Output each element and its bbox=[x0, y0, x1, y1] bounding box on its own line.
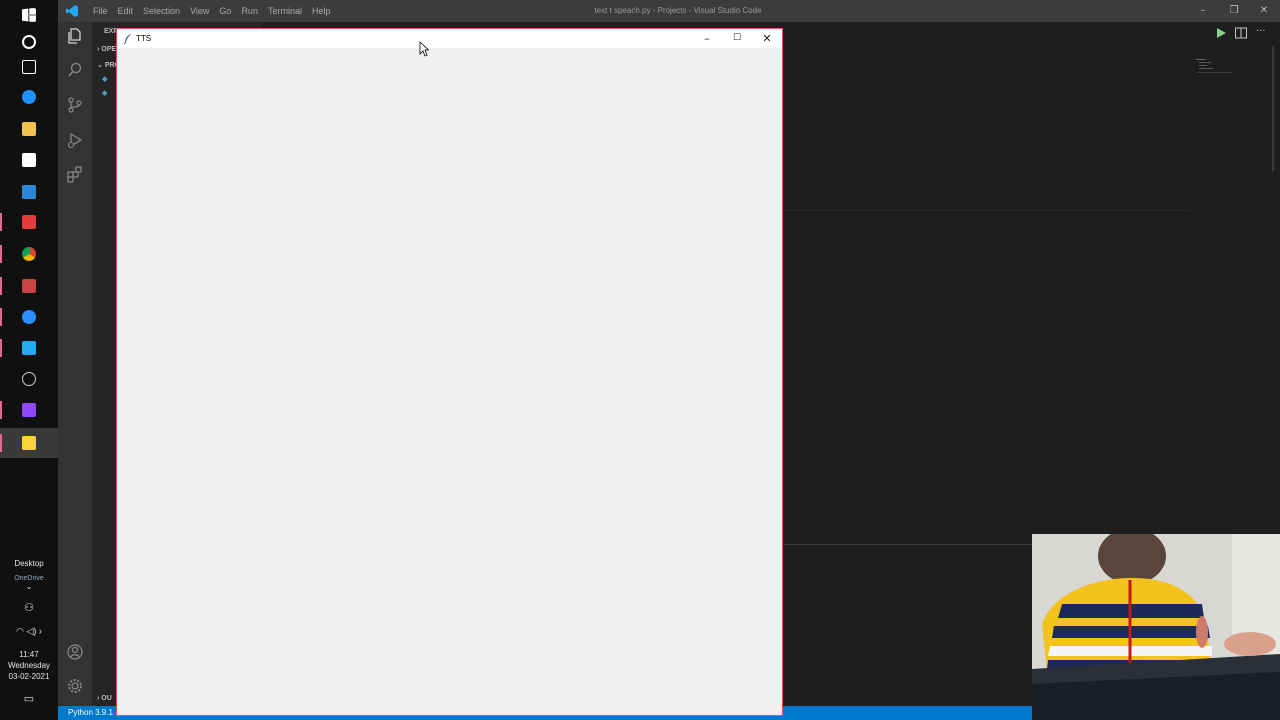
account-icon[interactable] bbox=[66, 643, 84, 661]
activity-bar bbox=[58, 22, 92, 706]
python-file-icon[interactable]: ◆ bbox=[102, 89, 107, 99]
webcam-overlay bbox=[1032, 534, 1280, 720]
clock-time[interactable]: 11:47 bbox=[0, 649, 58, 660]
menu-view[interactable]: View bbox=[185, 0, 214, 22]
clock-day[interactable]: Wednesday bbox=[0, 660, 58, 671]
taskbar-chrome-button[interactable] bbox=[0, 239, 58, 269]
taskbar-python-button[interactable] bbox=[0, 428, 58, 458]
anydesk-icon bbox=[22, 215, 36, 229]
menu-terminal[interactable]: Terminal bbox=[263, 0, 307, 22]
tts-maximize-button[interactable]: ☐ bbox=[722, 29, 752, 48]
taskbar-mail-button[interactable] bbox=[0, 177, 58, 207]
source-control-icon[interactable] bbox=[66, 96, 84, 114]
python-interpreter-status[interactable]: Python 3.9.1 bbox=[68, 706, 113, 720]
taskbar-task-view-button[interactable] bbox=[0, 52, 58, 82]
extensions-icon[interactable] bbox=[66, 166, 84, 184]
more-actions-icon[interactable]: ··· bbox=[1256, 26, 1270, 40]
taskbar-file-explorer-button[interactable] bbox=[0, 114, 58, 144]
clock-icon bbox=[22, 372, 36, 386]
taskbar-twitch-button[interactable] bbox=[0, 395, 58, 425]
menu-go[interactable]: Go bbox=[214, 0, 236, 22]
people-icon[interactable]: ⚇ bbox=[0, 603, 58, 614]
chevron-right-icon[interactable]: › bbox=[39, 626, 42, 636]
tts-minimize-button[interactable]: – bbox=[692, 29, 722, 48]
outline-label: OU bbox=[101, 695, 112, 702]
chrome-app-icon bbox=[22, 279, 36, 293]
tts-window[interactable]: TTS – ☐ ✕ bbox=[116, 28, 783, 716]
gear-icon[interactable] bbox=[66, 677, 84, 695]
tts-window-body bbox=[117, 48, 782, 715]
vscode-titlebar: File Edit Selection View Go Run Terminal Help t… bbox=[58, 0, 1280, 22]
file-explorer-icon bbox=[22, 122, 36, 136]
action-center-icon[interactable]: ▭ bbox=[0, 694, 58, 705]
python-file-icon[interactable]: ◆ bbox=[102, 75, 107, 85]
open-editors-section[interactable]: › OPE bbox=[97, 45, 116, 55]
vscode-restore-button[interactable]: ❐ bbox=[1219, 0, 1249, 22]
vscode-icon bbox=[22, 341, 36, 355]
chevron-down-icon: ⌄ bbox=[97, 62, 103, 69]
chevron-right-icon: › bbox=[97, 46, 100, 53]
menu-selection[interactable]: Selection bbox=[138, 0, 185, 22]
clock-date[interactable]: 03-02-2021 bbox=[0, 671, 58, 682]
menu-bar: File Edit Selection View Go Run Terminal Help bbox=[88, 0, 335, 22]
volume-icon[interactable]: ◁) bbox=[26, 626, 36, 636]
twitch-icon bbox=[22, 403, 36, 417]
system-tray-icons[interactable]: ◠ ◁) › bbox=[0, 626, 58, 637]
show-more-icon[interactable]: ⌄ bbox=[0, 581, 58, 592]
taskbar-zoom-button[interactable] bbox=[0, 302, 58, 332]
mail-icon bbox=[22, 185, 36, 199]
tts-window-title: TTS bbox=[136, 34, 152, 43]
mouse-cursor-icon bbox=[419, 41, 429, 57]
cortana-icon bbox=[22, 35, 36, 49]
menu-help[interactable]: Help bbox=[307, 0, 336, 22]
taskbar-anydesk-button[interactable] bbox=[0, 207, 58, 237]
taskbar-edge-button[interactable] bbox=[0, 82, 58, 112]
split-editor-icon[interactable] bbox=[1234, 26, 1248, 40]
editor-divider bbox=[782, 210, 1190, 211]
explorer-icon[interactable] bbox=[66, 27, 84, 45]
outline-section[interactable]: › OU bbox=[97, 694, 112, 704]
editor-scrollbar[interactable] bbox=[1272, 46, 1274, 171]
zoom-icon bbox=[22, 310, 36, 324]
wifi-icon[interactable]: ◠ bbox=[16, 626, 24, 636]
vscode-window-title: text t speach.py - Projects - Visual Stu… bbox=[594, 6, 762, 15]
vscode-minimize-button[interactable]: – bbox=[1188, 0, 1218, 22]
windows-start-icon bbox=[22, 8, 36, 22]
feather-icon bbox=[123, 34, 131, 44]
run-debug-icon[interactable] bbox=[66, 131, 84, 149]
tts-titlebar[interactable]: TTS – ☐ ✕ bbox=[117, 29, 782, 48]
open-editors-label: OPE bbox=[101, 46, 117, 53]
taskbar-clock-button[interactable] bbox=[0, 364, 58, 394]
vscode-logo-icon bbox=[66, 5, 78, 17]
minimap[interactable] bbox=[1196, 58, 1236, 78]
taskbar-store-button[interactable] bbox=[0, 145, 58, 175]
menu-file[interactable]: File bbox=[88, 0, 113, 22]
search-icon[interactable] bbox=[66, 61, 84, 79]
chevron-right-icon: › bbox=[97, 695, 100, 702]
python-icon bbox=[22, 436, 36, 450]
store-icon bbox=[22, 153, 36, 167]
taskbar-vscode-button[interactable] bbox=[0, 333, 58, 363]
chrome-icon bbox=[22, 247, 36, 261]
taskbar-windows-start-button[interactable] bbox=[0, 0, 58, 30]
tts-close-button[interactable]: ✕ bbox=[752, 29, 782, 48]
menu-edit[interactable]: Edit bbox=[113, 0, 139, 22]
taskbar-chrome-app-button[interactable] bbox=[0, 271, 58, 301]
panel-divider bbox=[782, 544, 1032, 545]
desktop-label[interactable]: Desktop bbox=[0, 558, 58, 569]
windows-taskbar: Desktop OneDrive ⌄ ⚇ ◠ ◁) › 11:47 Wednes… bbox=[0, 0, 58, 720]
run-file-icon[interactable] bbox=[1214, 26, 1228, 40]
menu-run[interactable]: Run bbox=[236, 0, 263, 22]
task-view-icon bbox=[22, 60, 36, 74]
edge-icon bbox=[22, 90, 36, 104]
vscode-close-button[interactable]: ✕ bbox=[1249, 0, 1279, 22]
